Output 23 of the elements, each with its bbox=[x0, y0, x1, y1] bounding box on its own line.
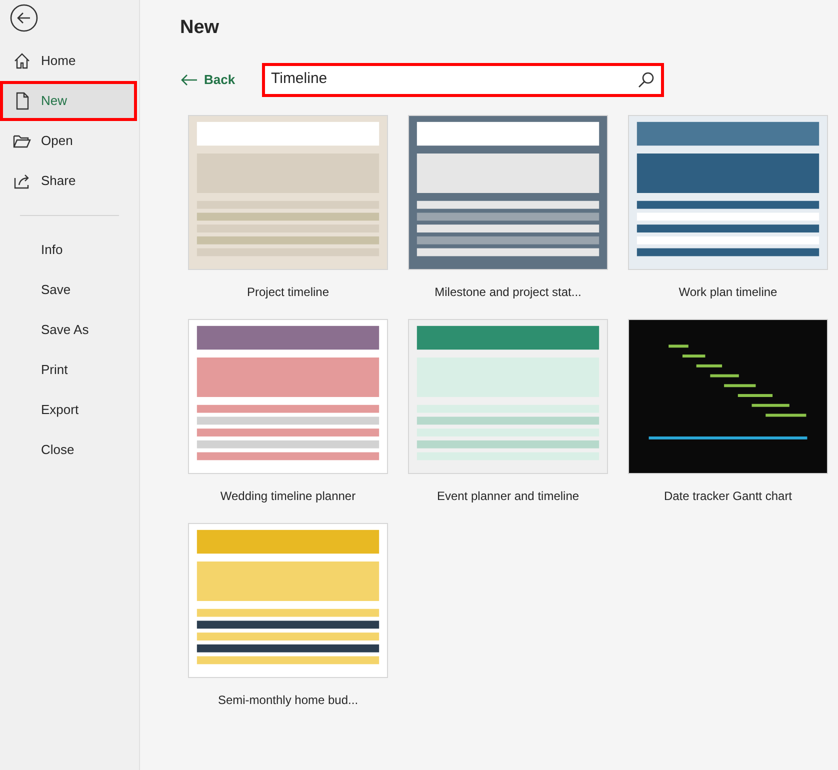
left-arrow-icon bbox=[180, 74, 198, 86]
search-icon bbox=[637, 70, 655, 88]
page-title: New bbox=[180, 16, 220, 40]
nav-item[interactable]: New bbox=[0, 81, 137, 121]
home-icon bbox=[12, 51, 32, 71]
back-link[interactable]: Back bbox=[180, 70, 262, 90]
template-name[interactable]: Work plan timeline bbox=[678, 282, 778, 304]
nav-item[interactable]: Open bbox=[0, 121, 137, 161]
nav-item[interactable]: Home bbox=[0, 41, 137, 81]
template-name[interactable]: Wedding timeline planner bbox=[220, 486, 356, 508]
nav-item[interactable]: Save bbox=[0, 270, 137, 310]
template-name[interactable]: Semi-monthly home bud... bbox=[218, 690, 358, 712]
nav-item[interactable]: Close bbox=[0, 430, 137, 470]
template-name[interactable]: Date tracker Gantt chart bbox=[664, 486, 792, 508]
template-name[interactable]: Project timeline bbox=[246, 282, 330, 304]
template-name[interactable]: Milestone and project stat... bbox=[434, 282, 582, 304]
nav-item[interactable]: Print bbox=[0, 350, 137, 390]
nav-item[interactable]: Info bbox=[0, 230, 137, 270]
nav-item[interactable]: Share bbox=[0, 161, 137, 201]
nav-item[interactable]: Save As bbox=[0, 310, 137, 350]
nav-item[interactable]: Export bbox=[0, 390, 137, 430]
template-name[interactable]: Event planner and timeline bbox=[436, 486, 580, 508]
search-field[interactable]: Timeline bbox=[262, 62, 664, 96]
